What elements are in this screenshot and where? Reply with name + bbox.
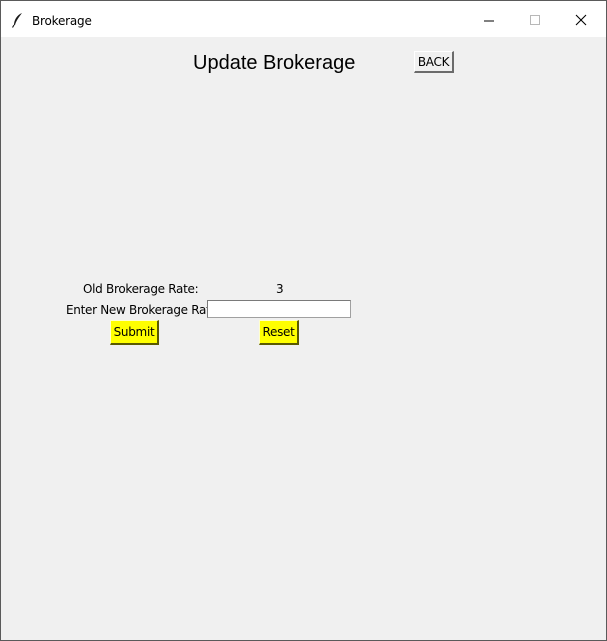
- reset-button[interactable]: Reset: [259, 320, 299, 345]
- minimize-button[interactable]: [466, 1, 512, 37]
- old-rate-label: Old Brokerage Rate:: [83, 282, 199, 296]
- maximize-icon: [530, 15, 540, 25]
- new-rate-input[interactable]: [207, 300, 351, 318]
- title-bar[interactable]: Brokerage: [1, 1, 606, 37]
- maximize-button[interactable]: [512, 1, 558, 37]
- feather-icon: [11, 12, 25, 28]
- new-rate-label: Enter New Brokerage Rate:: [66, 303, 222, 317]
- submit-button[interactable]: Submit: [110, 320, 159, 345]
- back-button[interactable]: BACK: [414, 51, 454, 73]
- client-area: Update Brokerage BACK Old Brokerage Rate…: [1, 37, 606, 640]
- page-title: Update Brokerage: [193, 52, 356, 74]
- app-window: Brokerage Update Brokerage BACK Old Brok…: [0, 0, 607, 641]
- minimize-icon: [484, 20, 494, 22]
- close-icon: [575, 14, 587, 26]
- old-rate-value: 3: [276, 282, 284, 296]
- close-button[interactable]: [558, 1, 604, 37]
- window-title: Brokerage: [32, 14, 92, 28]
